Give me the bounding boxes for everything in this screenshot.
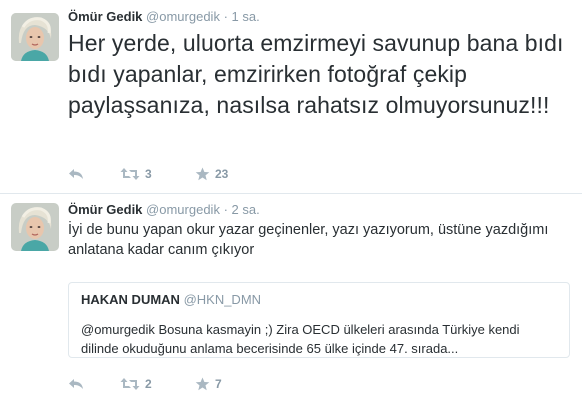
- reply-icon: [68, 167, 84, 181]
- quoted-tweet-header: HAKAN DUMAN @HKN_DMN: [81, 291, 559, 309]
- star-icon: [195, 167, 210, 181]
- retweet-icon: [120, 377, 140, 391]
- avatar[interactable]: [11, 203, 59, 251]
- favorite-count: 23: [215, 167, 229, 181]
- favorite-count: 7: [215, 377, 222, 391]
- favorite-button[interactable]: 23: [195, 164, 228, 184]
- star-icon: [195, 377, 210, 391]
- tweet-header: Ömür Gedik @omurgedik · 2 sa.: [68, 202, 260, 218]
- fullname[interactable]: Ömür Gedik: [68, 9, 142, 24]
- username[interactable]: @omurgedik: [146, 202, 220, 217]
- reply-button[interactable]: [68, 374, 84, 394]
- quoted-tweet-text: @omurgedik Bosuna kasmayin ;) Zira OECD …: [81, 322, 520, 356]
- tweet[interactable]: Ömür Gedik @omurgedik · 2 sa. İyi de bun…: [0, 194, 582, 404]
- quoted-tweet[interactable]: HAKAN DUMAN @HKN_DMN @omurgedik Bosuna k…: [68, 282, 570, 358]
- tweet-text: İyi de bunu yapan okur yazar geçinenler,…: [68, 222, 549, 258]
- tweet[interactable]: Ömür Gedik @omurgedik · 1 sa. Her yerde,…: [0, 0, 582, 193]
- retweet-count: 2: [145, 377, 152, 391]
- favorite-button[interactable]: 7: [195, 374, 222, 394]
- quoted-username: @HKN_DMN: [183, 292, 262, 307]
- quoted-fullname: HAKAN DUMAN: [81, 292, 180, 307]
- retweet-count: 3: [145, 167, 152, 181]
- retweet-icon: [120, 167, 140, 181]
- timestamp[interactable]: 2 sa.: [232, 202, 260, 217]
- separator: ·: [223, 202, 228, 217]
- retweet-button[interactable]: 2: [120, 374, 152, 394]
- reply-button[interactable]: [68, 164, 84, 184]
- tweet-header: Ömür Gedik @omurgedik · 1 sa.: [68, 9, 260, 25]
- avatar[interactable]: [11, 13, 59, 61]
- reply-icon: [68, 377, 84, 391]
- retweet-button[interactable]: 3: [120, 164, 152, 184]
- separator: ·: [223, 9, 228, 24]
- timestamp[interactable]: 1 sa.: [232, 9, 260, 24]
- tweet-text: Her yerde, uluorta emzirmeyi savunup ban…: [68, 30, 564, 118]
- username[interactable]: @omurgedik: [146, 9, 220, 24]
- fullname[interactable]: Ömür Gedik: [68, 202, 142, 217]
